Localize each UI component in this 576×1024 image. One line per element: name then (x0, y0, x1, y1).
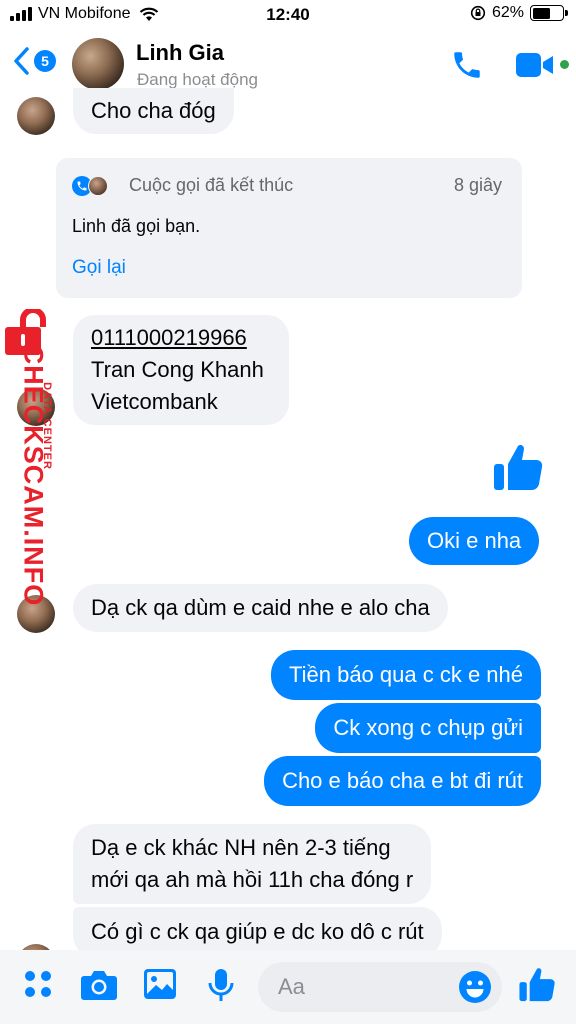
watermark: CHECKSCAM.INFO DATA CENTER (2, 305, 64, 606)
rotation-lock-icon (470, 5, 486, 21)
message-text: Oki e nha (427, 528, 522, 553)
microphone-icon[interactable] (207, 968, 235, 1004)
call-ended-card: Cuộc gọi đã kết thúc 8 giây Linh đã gọi … (56, 158, 522, 298)
message-text-line: mới qa ah mà hồi 11h cha đóng r (91, 867, 414, 892)
message-bubble-incoming[interactable]: Cho cha đóg (73, 88, 234, 134)
message-bubble-outgoing[interactable]: Cho e báo cha e bt đi rút (264, 756, 541, 806)
emoji-icon[interactable] (458, 970, 492, 1004)
message-text: Dạ ck qa dùm e caid nhe e alo cha (91, 595, 430, 620)
thumbs-up-icon[interactable] (492, 442, 544, 494)
grid-dots-icon[interactable] (22, 968, 54, 1000)
call-duration: 8 giây (453, 175, 502, 195)
message-bubble-incoming[interactable]: Dạ e ck khác NH nên 2-3 tiếng mới qa ah … (73, 824, 432, 904)
back-chevron-icon (14, 47, 29, 75)
message-bubble-incoming[interactable]: 0111000219966 Tran Cong Khanh Vietcomban… (73, 315, 289, 425)
account-number[interactable]: 0111000219966 (91, 322, 247, 354)
phone-icon[interactable] (450, 48, 484, 82)
back-button[interactable]: 5 (12, 46, 56, 76)
battery-icon (530, 5, 568, 21)
active-status-dot (560, 60, 569, 69)
composer-bar (0, 950, 576, 1024)
message-bubble-outgoing[interactable]: Tiền báo qua c ck e nhé (270, 650, 541, 700)
unread-count-badge: 5 (34, 50, 56, 72)
message-input-box[interactable] (258, 962, 502, 1012)
message-text-line: Dạ e ck khác NH nên 2-3 tiếng (91, 835, 391, 860)
caller-avatar (88, 176, 108, 196)
battery-percent: 62% (491, 4, 524, 21)
battery-fill (532, 7, 551, 19)
video-camera-icon[interactable] (515, 52, 555, 78)
contact-avatar[interactable] (72, 38, 124, 90)
status-right: 62% (470, 4, 568, 22)
message-text: Cho cha đóg (91, 98, 216, 123)
message-bubble-incoming[interactable]: Dạ ck qa dùm e caid nhe e alo cha (73, 584, 448, 632)
call-back-link[interactable]: Gọi lại (72, 257, 126, 279)
thumbs-up-icon[interactable] (518, 966, 556, 1004)
image-icon[interactable] (143, 968, 177, 1000)
camera-icon[interactable] (80, 968, 118, 1002)
message-bubble-outgoing[interactable]: Oki e nha (409, 517, 540, 565)
message-input[interactable] (278, 974, 448, 1000)
contact-status: Đang hoạt động (137, 70, 258, 89)
bank-name: Vietcombank (91, 389, 218, 414)
message-text: Tiền báo qua c ck e nhé (288, 662, 523, 687)
message-bubble-outgoing[interactable]: Ck xong c chụp gửi (315, 703, 541, 753)
message-text: Có gì c ck qa giúp e dc ko dô c rút (91, 919, 424, 944)
call-title: Cuộc gọi đã kết thúc (129, 175, 294, 195)
call-icons (72, 176, 108, 196)
watermark-sub: DATA CENTER (41, 382, 54, 470)
call-description: Linh đã gọi bạn. (72, 216, 201, 236)
message-text: Ck xong c chụp gửi (333, 715, 523, 740)
account-name: Tran Cong Khanh (91, 357, 264, 382)
contact-avatar-small[interactable] (17, 97, 55, 135)
status-bar: VN Mobifone 12:40 62% (0, 0, 576, 30)
contact-name[interactable]: Linh Gia (136, 40, 224, 66)
message-text: Cho e báo cha e bt đi rút (282, 768, 523, 793)
